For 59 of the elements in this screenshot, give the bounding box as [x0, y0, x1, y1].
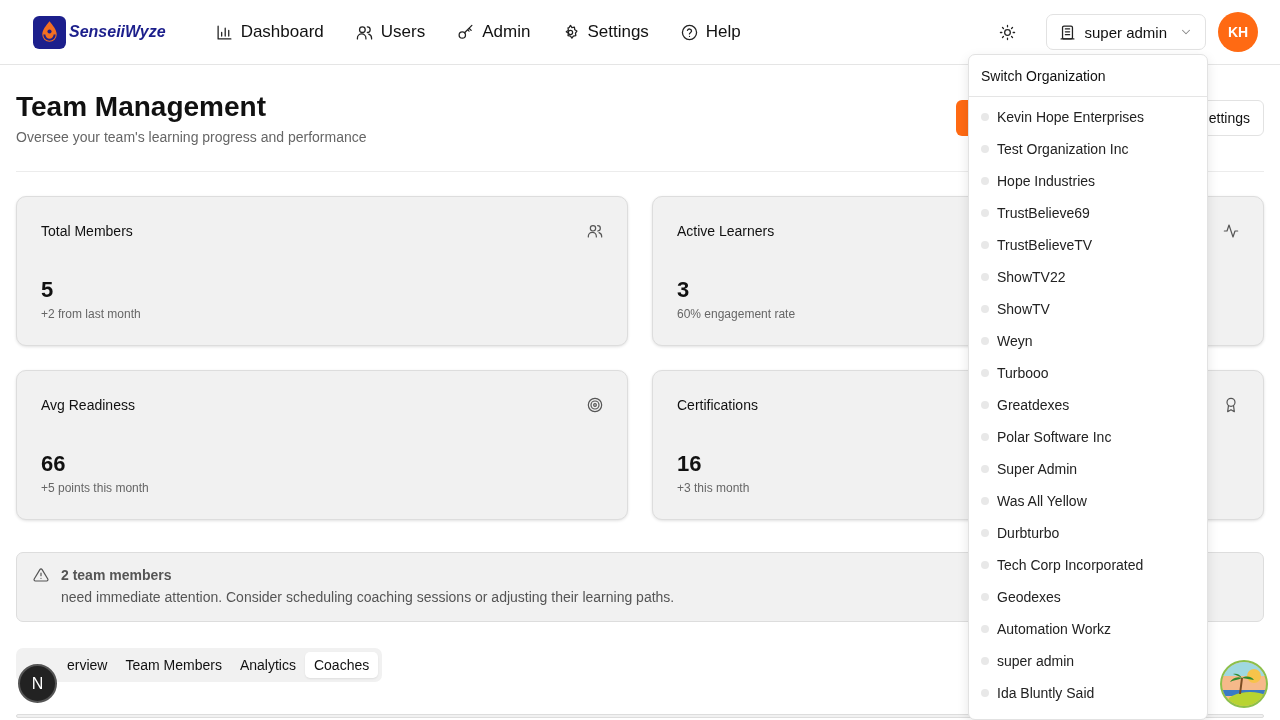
menu-item[interactable]: TrustBelieve69	[969, 197, 1207, 229]
users-icon	[355, 23, 373, 41]
menu-item[interactable]: Weyn	[969, 325, 1207, 357]
stat-note: +3 this month	[677, 481, 750, 495]
stat-value: 66	[41, 451, 66, 477]
nav-link[interactable]: Help	[680, 22, 741, 42]
alert-title: 2 team members	[61, 567, 173, 583]
menu-item[interactable]: Hope Industries	[969, 165, 1207, 197]
menu-item[interactable]: TrustBelieveTV	[969, 229, 1207, 261]
menu-item[interactable]: Was All Yellow	[969, 485, 1207, 517]
help-icon	[680, 23, 698, 41]
menu-item[interactable]: Geodexes	[969, 581, 1207, 613]
stat-value: 5	[41, 277, 54, 303]
stat-label: Avg Readiness	[41, 397, 135, 413]
tab[interactable]: erview	[58, 652, 117, 678]
menu-item[interactable]: Kevin Hope Enterprises	[969, 101, 1207, 133]
target-icon	[587, 397, 603, 413]
logo-icon	[33, 15, 66, 49]
menu-item[interactable]: Polar Software Inc	[969, 421, 1207, 453]
pulse-icon	[1223, 223, 1239, 239]
nav-link[interactable]: Users	[355, 22, 426, 42]
brand-name[interactable]: SenseiiWyze	[69, 23, 166, 41]
menu-item[interactable]: Ida Bluntly Said	[969, 677, 1207, 709]
menu-item[interactable]: Durbturbo	[969, 517, 1207, 549]
stat-label: Certifications	[677, 397, 758, 413]
tab[interactable]: Analytics	[230, 652, 305, 678]
stat-note: +2 from last month	[41, 307, 141, 321]
menu-item[interactable]: ShowTV	[969, 293, 1207, 325]
menu-title: Switch Organization	[969, 55, 1207, 97]
bar-chart-icon	[215, 23, 233, 41]
alert-message: need immediate attention. Consider scheduling coaching sessions or adjusting their learning paths.	[61, 589, 675, 605]
stat-note: 60% engagement rate	[677, 307, 796, 321]
page-subtitle: Oversee your team's learning progress and performance	[16, 129, 367, 145]
menu-item[interactable]: Greatdexes	[969, 389, 1207, 421]
stat-value: 3	[677, 277, 690, 303]
menu-item[interactable]: Automation Workz	[969, 613, 1207, 645]
award-icon	[1223, 397, 1239, 413]
menu-item[interactable]: Super Admin	[969, 453, 1207, 485]
nav-link[interactable]: Dashboard	[215, 22, 324, 42]
page-title: Team Management	[16, 91, 267, 123]
warning-icon	[33, 567, 49, 583]
menu-item[interactable]: Test Organization Inc	[969, 133, 1207, 165]
stat-label: Active Learners	[677, 223, 775, 239]
key-icon	[457, 23, 475, 41]
users-icon	[587, 223, 603, 239]
menu-item[interactable]: super admin	[969, 645, 1207, 677]
menu-item[interactable]: Tech Corp Incorporated	[969, 549, 1207, 581]
menu-item[interactable]: Turbooo	[969, 357, 1207, 389]
stat-note: +5 points this month	[41, 481, 149, 495]
tab[interactable]: Coaches	[304, 652, 379, 678]
stat-value: 16	[677, 451, 702, 477]
stat-label: Total Members	[41, 223, 133, 239]
tab[interactable]: Team Members	[116, 652, 231, 678]
building-icon	[1059, 23, 1077, 41]
menu-item[interactable]: ShowTV22	[969, 261, 1207, 293]
nav-link[interactable]: Settings	[562, 22, 649, 42]
organization-select[interactable]: super admin	[1046, 14, 1206, 50]
nav-link[interactable]: Admin	[457, 22, 531, 42]
sun-icon[interactable]	[999, 23, 1017, 41]
